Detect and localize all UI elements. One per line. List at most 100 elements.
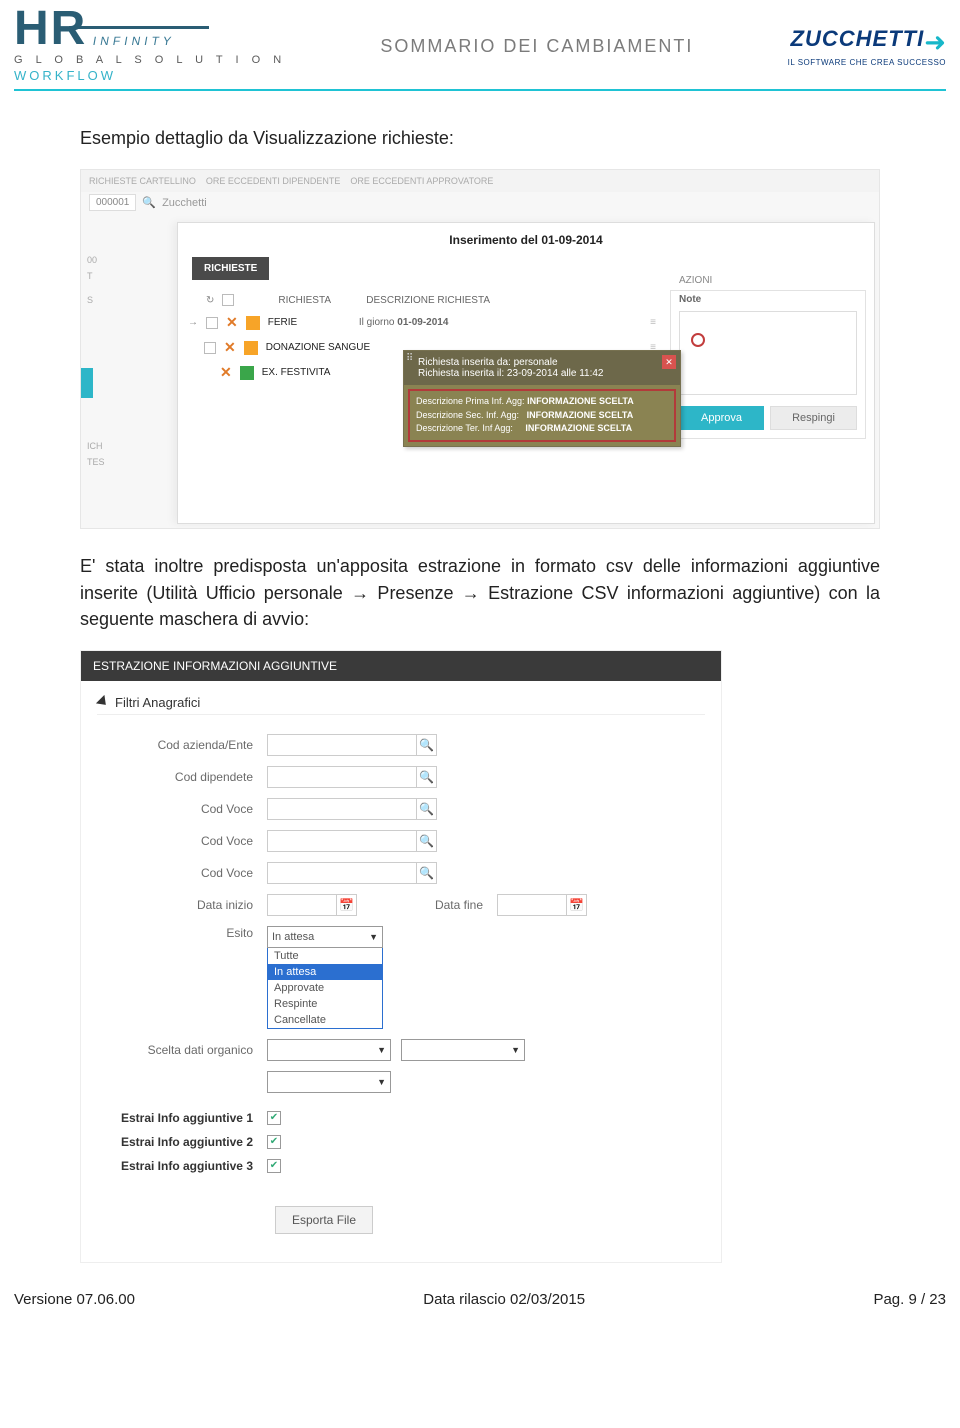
input-voce3[interactable] [267, 862, 417, 884]
azioni-label: AZIONI [679, 275, 857, 286]
label-voce1: Cod Voce [97, 802, 267, 816]
select-all-checkbox[interactable] [222, 294, 234, 306]
calendar-icon[interactable]: 📅 [567, 894, 587, 916]
section-title: Filtri Anagrafici [115, 695, 200, 710]
logo-hr-r: R [51, 10, 86, 48]
row-desc: Il giorno 01-09-2014 [359, 317, 589, 328]
search-text: Zucchetti [162, 197, 207, 209]
left-rail: 00TS ICHTES [81, 252, 177, 470]
input-fine[interactable] [497, 894, 567, 916]
logo-sub1: G L O B A L S O L U T I O N [14, 54, 286, 66]
checkbox-e1[interactable]: ✔ [267, 1111, 281, 1125]
popup-v3: INFORMAZIONE SCELTA [525, 423, 632, 433]
refresh-icon[interactable]: ↻ [206, 295, 214, 306]
search-icon[interactable]: 🔍 [417, 798, 437, 820]
row-checkbox[interactable] [206, 317, 218, 329]
modal-panel: Inserimento del 01-09-2014 RICHIESTE ↻ R… [177, 222, 875, 524]
row-checkbox[interactable] [204, 342, 216, 354]
screenshot-richieste: RICHIESTE CARTELLINO ORE ECCEDENTI DIPEN… [80, 169, 880, 529]
tab-ecc-dip[interactable]: ORE ECCEDENTI DIPENDENTE [206, 176, 341, 186]
approva-button[interactable]: Approva [679, 406, 764, 430]
calendar-icon[interactable]: 📅 [337, 894, 357, 916]
expand-icon[interactable]: → [188, 317, 198, 328]
close-icon[interactable]: ✕ [662, 355, 676, 369]
label-scelta: Scelta dati organico [97, 1043, 267, 1057]
col-descrizione: DESCRIZIONE RICHIESTA [366, 295, 660, 306]
popup-d2: Descrizione Sec. Inf. Agg: [416, 410, 519, 420]
drag-icon[interactable]: ⠿ [406, 353, 413, 364]
footer-version: Versione 07.06.00 [14, 1291, 135, 1308]
status-color [240, 366, 254, 380]
row-name: EX. FESTIVITA [262, 367, 331, 378]
modal-title: Inserimento del 01-09-2014 [178, 223, 874, 257]
status-color [244, 341, 258, 355]
popup-v2: INFORMAZIONE SCELTA [527, 410, 634, 420]
logo-right: ZUCCHETTI➜ IL SOFTWARE CHE CREA SUCCESSO [788, 26, 946, 67]
search-icon[interactable]: 🔍 [417, 862, 437, 884]
section-header[interactable]: Filtri Anagrafici [97, 691, 705, 715]
search-icon[interactable]: 🔍 [417, 734, 437, 756]
option-respinte[interactable]: Respinte [268, 996, 382, 1012]
tooltip-popup: ⠿ Richiesta inserita da: personale Richi… [403, 350, 681, 447]
status-color [246, 316, 260, 330]
popup-d1: Descrizione Prima Inf. Agg: [416, 396, 525, 406]
delete-icon[interactable]: ✕ [226, 314, 238, 331]
checkbox-e2[interactable]: ✔ [267, 1135, 281, 1149]
footer-page: Pag. 9 / 23 [873, 1291, 946, 1308]
top-tabs: RICHIESTE CARTELLINO ORE ECCEDENTI DIPEN… [81, 170, 879, 192]
record-id: 000001 [89, 194, 136, 211]
input-voce2[interactable] [267, 830, 417, 852]
delete-icon[interactable]: ✕ [220, 364, 232, 381]
popup-line2: Richiesta inserita il: 23-09-2014 alle 1… [418, 368, 670, 379]
option-tutte[interactable]: Tutte [268, 948, 382, 964]
tab-ecc-appr[interactable]: ORE ECCEDENTI APPROVATORE [350, 176, 493, 186]
input-inizio[interactable] [267, 894, 337, 916]
option-approvate[interactable]: Approvate [268, 980, 382, 996]
select-esito[interactable]: In attesa [267, 926, 383, 948]
option-inattesa[interactable]: In attesa [268, 964, 382, 980]
label-voce2: Cod Voce [97, 834, 267, 848]
checkbox-e3[interactable]: ✔ [267, 1159, 281, 1173]
select-esito-options: Tutte In attesa Approvate Respinte Cance… [267, 947, 383, 1029]
screenshot-estrazione: ESTRAZIONE INFORMAZIONI AGGIUNTIVE Filtr… [80, 650, 722, 1263]
delete-icon[interactable]: ✕ [224, 339, 236, 356]
zucchetti-tagline: IL SOFTWARE CHE CREA SUCCESSO [788, 58, 946, 67]
arrow-icon: ➜ [924, 27, 946, 58]
label-fine: Data fine [417, 898, 497, 912]
label-inizio: Data inizio [97, 898, 267, 912]
select-organico-1[interactable] [267, 1039, 391, 1061]
note-label: Note [679, 294, 857, 305]
tab-cartellino[interactable]: RICHIESTE CARTELLINO [89, 176, 196, 186]
azioni-panel: AZIONI Note Approva Respingi [670, 290, 866, 439]
row-menu-icon[interactable]: ≡ [650, 317, 660, 328]
window-title: ESTRAZIONE INFORMAZIONI AGGIUNTIVE [81, 651, 721, 681]
zucchetti-logo: ZUCCHETTI [791, 26, 925, 51]
logo-infinity: INFINITY [92, 34, 176, 48]
option-cancellate[interactable]: Cancellate [268, 1012, 382, 1028]
tab-richieste[interactable]: RICHIESTE [192, 257, 269, 280]
select-organico-2[interactable] [401, 1039, 525, 1061]
label-esito: Esito [97, 926, 267, 940]
row-name: FERIE [268, 317, 297, 328]
input-dipendente[interactable] [267, 766, 417, 788]
label-azienda: Cod azienda/Ente [97, 738, 267, 752]
select-organico-3[interactable] [267, 1071, 391, 1093]
input-azienda[interactable] [267, 734, 417, 756]
footer-date: Data rilascio 02/03/2015 [423, 1291, 585, 1308]
respingi-button[interactable]: Respingi [770, 406, 857, 430]
input-voce1[interactable] [267, 798, 417, 820]
search-icon[interactable]: 🔍 [142, 196, 156, 209]
search-icon[interactable]: 🔍 [417, 830, 437, 852]
row-ferie[interactable]: → ✕ FERIE Il giorno 01-09-2014 ≡ [188, 310, 660, 335]
page-title: SOMMARIO DEI CAMBIAMENTI [380, 36, 693, 57]
search-icon[interactable]: 🔍 [417, 766, 437, 788]
logo-left: H R INFINITY G L O B A L S O L U T I O N… [14, 10, 286, 83]
note-textarea[interactable] [679, 311, 857, 395]
para2: E' stata inoltre predisposta un'apposita… [80, 553, 880, 631]
collapse-icon[interactable] [96, 695, 110, 709]
page-footer: Versione 07.06.00 Data rilascio 02/03/20… [0, 1281, 960, 1322]
popup-v1: INFORMAZIONE SCELTA [527, 396, 634, 406]
label-e2: Estrai Info aggiuntive 2 [97, 1135, 267, 1149]
label-e3: Estrai Info aggiuntive 3 [97, 1159, 267, 1173]
export-button[interactable]: Esporta File [275, 1206, 373, 1234]
